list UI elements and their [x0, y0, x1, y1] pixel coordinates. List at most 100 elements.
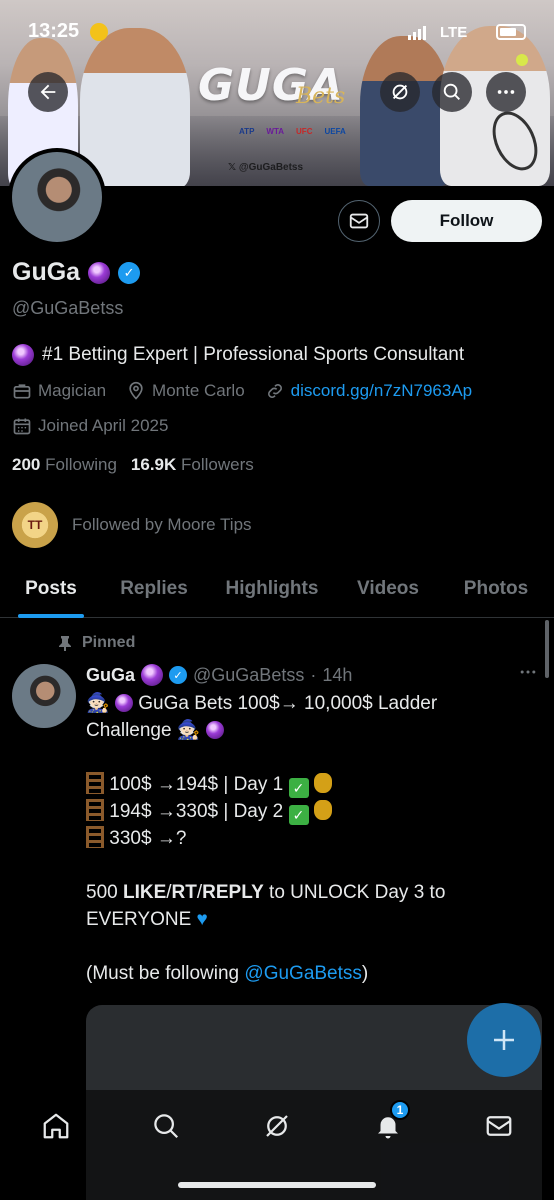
cta-rt: RT — [171, 882, 197, 903]
crystal-ball-icon — [141, 664, 164, 686]
post-body[interactable]: 🧙🏻 GuGa Bets 100$→ 10,000$ Ladder Challe… — [86, 690, 526, 987]
crystal-ball-icon — [114, 694, 133, 712]
tab-videos[interactable]: Videos — [338, 560, 438, 618]
tab-photos[interactable]: Photos — [438, 560, 554, 618]
ladder-icon — [86, 772, 104, 794]
back-button[interactable] — [28, 72, 68, 112]
battery-icon — [496, 24, 526, 40]
follow-counts: 200 Following 16.9K Followers — [12, 455, 254, 475]
check-icon: ✓ — [288, 805, 309, 825]
calendar-icon — [13, 418, 31, 435]
ladder-3-text: 330$ →? — [109, 828, 187, 849]
note-prefix: (Must be following — [86, 963, 245, 984]
cta-like: LIKE — [122, 882, 167, 903]
briefcase-icon — [13, 384, 31, 399]
nav-grok[interactable] — [257, 1106, 297, 1146]
notification-badge: 1 — [390, 1100, 410, 1120]
followers-count-link[interactable]: 16.9K Followers — [131, 455, 254, 475]
arrow-left-icon — [40, 84, 56, 100]
compose-post-button[interactable] — [467, 1003, 541, 1077]
scrollbar[interactable] — [545, 620, 549, 678]
home-icon — [43, 1113, 69, 1139]
message-button[interactable] — [338, 200, 380, 242]
profile-tabs: Posts Replies Highlights Videos Photos — [0, 560, 554, 618]
link-icon — [267, 384, 282, 398]
post-more-button[interactable] — [518, 662, 538, 687]
post-ladder-1: 100$ →194$ | Day 1 ✓ — [86, 771, 526, 798]
tab-replies[interactable]: Replies — [102, 560, 206, 618]
post-author-handle[interactable]: @GuGaBetss — [193, 665, 304, 686]
tab-posts[interactable]: Posts — [0, 560, 102, 618]
followed-by-row[interactable]: TT Followed by Moore Tips — [12, 502, 252, 548]
verified-badge-icon: ✓ — [169, 666, 188, 684]
sponsor-ufc: UFC — [296, 127, 313, 136]
post-cta-line2: EVERYONE ♥ — [86, 906, 526, 933]
pin-icon — [59, 636, 71, 651]
cta-reply: REPLY — [202, 882, 264, 903]
blue-heart-icon: ♥ — [196, 909, 208, 930]
post-headline: GuGa Bets 100$→ 10,000$ Ladder — [138, 693, 438, 714]
envelope-icon — [486, 1116, 512, 1136]
profile-bio-text: #1 Betting Expert | Professional Sports … — [42, 344, 465, 365]
cta-line2: EVERYONE — [86, 909, 192, 930]
nav-messages[interactable] — [479, 1106, 519, 1146]
profile-avatar[interactable] — [8, 148, 106, 246]
grok-icon — [392, 84, 408, 100]
following-label: Following — [45, 455, 117, 474]
check-icon: ✓ — [288, 778, 309, 798]
tab-highlights[interactable]: Highlights — [206, 560, 338, 618]
status-bar: 13:25 LTE — [0, 0, 554, 60]
nav-notifications[interactable]: 1 — [368, 1100, 410, 1146]
banner-x-handle: 𝕏 @GuGaBetss — [228, 162, 304, 173]
profile-location: Monte Carlo — [152, 381, 245, 400]
ladder-icon — [86, 799, 104, 821]
headphones-icon — [90, 23, 108, 41]
grok-icon — [266, 1115, 288, 1137]
follow-button[interactable]: Follow — [391, 200, 542, 242]
note-mention[interactable]: @GuGaBetss — [244, 963, 362, 984]
more-options-button[interactable] — [486, 72, 526, 112]
post-header: GuGa ✓ @GuGaBetss · 14h — [86, 664, 352, 686]
profile-profession: Magician — [38, 381, 107, 400]
post-author-avatar[interactable] — [12, 664, 76, 728]
profile-name: GuGa — [12, 258, 81, 286]
post-time: 14h — [322, 664, 353, 685]
post-note: (Must be following @GuGaBetss) — [86, 960, 526, 987]
followed-by-text: Followed by Moore Tips — [72, 515, 252, 534]
post-cta: 500 LIKE/RT/REPLY to UNLOCK Day 3 to — [86, 882, 446, 903]
post-separator: · — [310, 664, 317, 685]
ladder-2-text: 194$ →330$ | Day 2 — [109, 801, 284, 822]
cta-prefix: 500 — [86, 882, 123, 903]
plus-icon — [494, 1030, 514, 1050]
signal-icon — [408, 26, 426, 40]
sponsor-wta: WTA — [266, 127, 285, 136]
follower-avatar: TT — [12, 502, 58, 548]
post-author-name[interactable]: GuGa — [86, 665, 135, 686]
verified-badge-icon[interactable]: ✓ — [118, 261, 141, 284]
profile-link[interactable]: discord.gg/n7zN7963Ap — [291, 381, 472, 401]
profile-handle: @GuGaBetss — [12, 298, 124, 318]
sponsor-uefa: UEFA — [324, 127, 346, 136]
post-line-1: 🧙🏻 GuGa Bets 100$→ 10,000$ Ladder — [86, 693, 438, 714]
envelope-icon — [349, 213, 369, 229]
ladder-1-text: 100$ →194$ | Day 1 — [109, 774, 284, 795]
post-ladder-2: 194$ →330$ | Day 2 ✓ — [86, 798, 526, 825]
nav-home[interactable] — [36, 1106, 76, 1146]
following-count: 200 — [12, 455, 41, 474]
post-ladder-3: 330$ →? — [86, 825, 526, 852]
crystal-ball-icon — [88, 261, 111, 284]
search-button[interactable] — [432, 72, 472, 112]
crystal-ball-icon — [205, 721, 224, 739]
ladder-icon — [86, 826, 104, 848]
search-icon — [443, 83, 460, 100]
following-count-link[interactable]: 200 Following — [12, 455, 117, 475]
cta-suffix: to UNLOCK Day 3 to — [263, 882, 446, 903]
banner-x-handle-text: @GuGaBetss — [238, 162, 304, 173]
profile-meta-row: Magician Monte Carlo discord.gg/n7zN7963… — [12, 381, 472, 401]
nav-search[interactable] — [146, 1106, 186, 1146]
followers-count: 16.9K — [130, 455, 177, 474]
followers-label: Followers — [181, 455, 254, 474]
home-indicator[interactable] — [178, 1182, 376, 1188]
money-bag-icon — [313, 800, 332, 820]
grok-button[interactable] — [380, 72, 420, 112]
